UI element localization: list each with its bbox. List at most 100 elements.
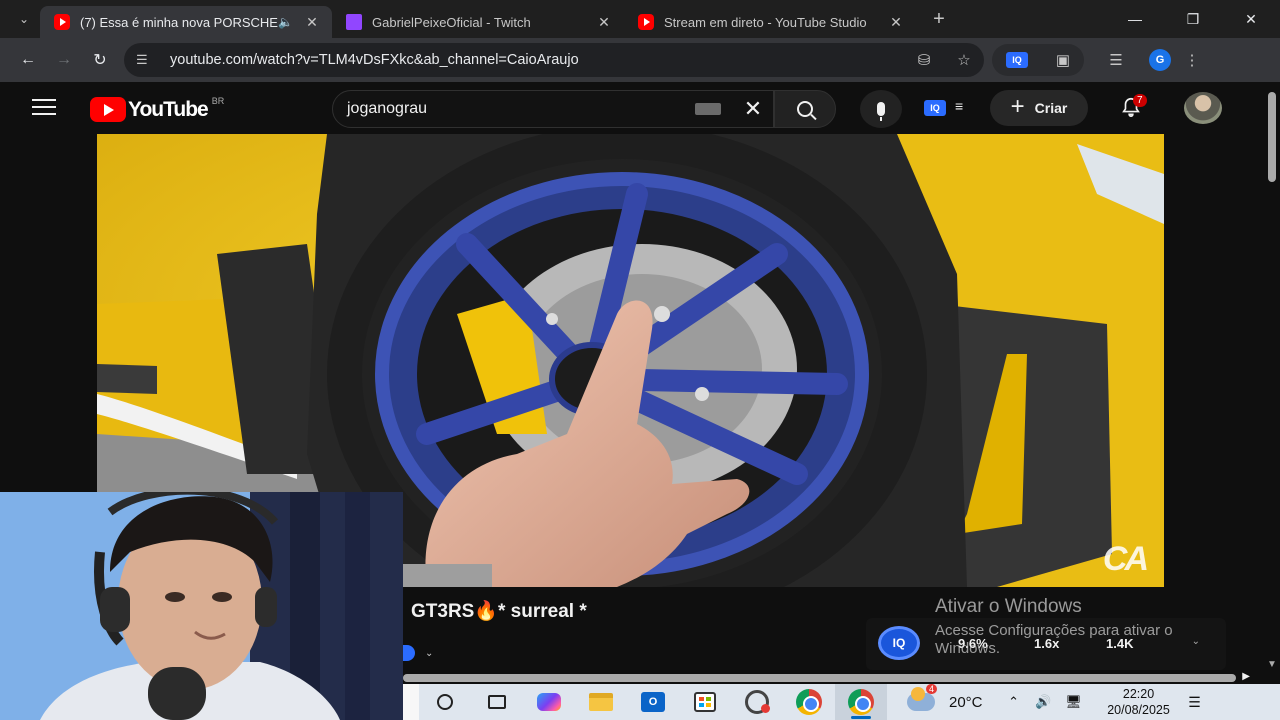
voice-search-button[interactable] — [860, 90, 902, 128]
scroll-right-arrow-icon[interactable]: ▶ — [1242, 671, 1250, 682]
channel-chip[interactable]: ⌄ — [403, 643, 447, 663]
clear-search-icon[interactable]: ✕ — [733, 96, 773, 122]
clock-date: 20/08/2025 — [1107, 703, 1170, 717]
video-title: GT3RS🔥* surreal * — [411, 601, 587, 622]
scrollbar-thumb[interactable] — [1268, 92, 1276, 182]
close-tab-icon[interactable]: ✕ — [886, 14, 906, 31]
extensions-puzzle-icon[interactable]: ▣ — [1056, 51, 1070, 69]
browser-tab-strip: ⌄ (7) Essa é minha nova PORSCHE 🔈 ✕ Gabr… — [0, 0, 1280, 38]
close-tab-icon[interactable]: ✕ — [302, 14, 322, 31]
tab-search-chevron-icon[interactable]: ⌄ — [8, 5, 40, 33]
channel-watermark[interactable]: CA — [1103, 540, 1149, 579]
obs-button[interactable] — [731, 684, 783, 720]
windows-activation-watermark: Ativar o Windows Acesse Configurações pa… — [935, 596, 1235, 658]
youtube-favicon-icon — [54, 14, 70, 30]
extensions-group: IQ ▣ — [992, 44, 1084, 76]
weather-widget[interactable]: 4 20°C — [907, 684, 983, 711]
create-label: Criar — [1034, 100, 1068, 116]
search-circle-icon — [437, 694, 453, 710]
create-button[interactable]: + Criar — [990, 90, 1088, 126]
notification-count-badge: 7 — [1133, 94, 1147, 107]
tab-twitch[interactable]: GabrielPeixeOficial - Twitch ✕ — [332, 6, 624, 38]
notifications-center-icon[interactable]: ☰ — [1181, 694, 1209, 711]
keyboard-icon[interactable] — [695, 103, 721, 115]
weather-badge: 4 — [926, 684, 938, 694]
twitch-favicon-icon — [346, 14, 362, 30]
search-button[interactable] — [774, 90, 836, 128]
horizontal-scrollbar[interactable]: ▶ — [403, 671, 1264, 684]
microphone-icon — [877, 102, 885, 121]
country-code: BR — [211, 95, 225, 106]
tab-youtube-studio[interactable]: Stream em direto - YouTube Studio ✕ — [624, 6, 916, 38]
chrome-profile-button[interactable] — [835, 684, 887, 720]
youtube-logo[interactable]: YouTube BR — [90, 95, 225, 122]
page-scrollbar[interactable]: ▼ — [1264, 82, 1280, 672]
copilot-icon — [537, 693, 561, 711]
reload-icon[interactable]: ↻ — [82, 42, 118, 78]
search-input[interactable]: joganograu ✕ — [332, 90, 774, 128]
obs-icon — [745, 690, 770, 714]
tray-chevron-up-icon[interactable]: ⌃ — [999, 694, 1029, 710]
screen: ⌄ (7) Essa é minha nova PORSCHE 🔈 ✕ Gabr… — [0, 0, 1280, 720]
guide-menu-icon[interactable] — [32, 99, 56, 117]
iq-header-icon[interactable]: IQ — [924, 100, 946, 116]
minimize-icon[interactable]: — — [1106, 0, 1164, 38]
address-bar[interactable]: ☰ youtube.com/watch?v=TLM4vDsFXkc&ab_cha… — [124, 43, 984, 77]
chrome-button[interactable] — [783, 684, 835, 720]
file-explorer-button[interactable] — [575, 684, 627, 720]
folder-icon — [589, 693, 613, 711]
chrome-icon — [796, 689, 822, 715]
account-avatar[interactable] — [1184, 92, 1222, 124]
search-taskbar-button[interactable] — [419, 684, 471, 720]
back-arrow-icon[interactable]: ← — [10, 42, 46, 78]
webcam-person-illustration — [0, 492, 403, 720]
chrome-profile-icon — [848, 689, 874, 715]
clock-time: 22:20 — [1122, 687, 1155, 701]
tab-youtube-video[interactable]: (7) Essa é minha nova PORSCHE 🔈 ✕ — [40, 6, 332, 38]
close-window-icon[interactable]: ✕ — [1222, 0, 1280, 38]
install-app-icon[interactable]: ⛁ — [904, 51, 944, 69]
logo-wordmark: YouTube — [128, 97, 209, 121]
horizontal-scrollbar-thumb[interactable] — [403, 674, 1236, 682]
copilot-button[interactable] — [523, 684, 575, 720]
iq-menu-icon[interactable]: ≡ — [955, 98, 963, 114]
speaker-icon[interactable]: 🔈 — [278, 15, 296, 29]
restore-icon[interactable]: ❐ — [1164, 0, 1222, 38]
new-tab-plus-icon[interactable]: + — [924, 8, 954, 31]
taskbar-edge — [403, 684, 419, 720]
iq-extension-icon[interactable]: IQ — [1005, 52, 1028, 68]
taskbar-clock[interactable]: 22:20 20/08/2025 — [1097, 686, 1181, 718]
search-icon — [797, 101, 813, 117]
windows-taskbar: O 4 20°C ⌃ 🔊 🖥 22:20 20/08/2025 ☰ — [403, 684, 1280, 720]
window-controls: — ❐ ✕ — [1106, 0, 1280, 38]
store-icon — [694, 692, 716, 712]
url-text[interactable]: youtube.com/watch?v=TLM4vDsFXkc&ab_chann… — [170, 52, 904, 68]
site-info-icon[interactable]: ☰ — [136, 52, 154, 68]
profile-avatar-icon[interactable]: G — [1149, 49, 1171, 71]
close-tab-icon[interactable]: ✕ — [594, 14, 614, 31]
tab-title: GabrielPeixeOficial - Twitch — [372, 14, 531, 30]
iq-logo[interactable]: IQ — [878, 626, 920, 660]
activation-title: Ativar o Windows — [935, 596, 1082, 617]
browser-toolbar: ← → ↻ ☰ youtube.com/watch?v=TLM4vDsFXkc&… — [0, 38, 1280, 82]
search-query[interactable]: joganograu — [347, 100, 695, 118]
task-view-button[interactable] — [471, 684, 523, 720]
outlook-button[interactable]: O — [627, 684, 679, 720]
chrome-menu-icon[interactable]: ⋮ — [1182, 51, 1202, 69]
media-control-icon[interactable]: ☰ — [1094, 51, 1138, 69]
scroll-down-arrow-icon[interactable]: ▼ — [1267, 659, 1277, 670]
forward-arrow-icon[interactable]: → — [46, 42, 82, 78]
bookmark-star-icon[interactable]: ☆ — [944, 51, 984, 69]
microsoft-store-button[interactable] — [679, 684, 731, 720]
task-view-icon — [488, 695, 506, 709]
outlook-icon: O — [641, 692, 665, 712]
activation-message: Acesse Configurações para ativar o Windo… — [935, 622, 1173, 657]
youtube-favicon-icon — [638, 14, 654, 30]
toolbar-right: ☰ G ⋮ — [1094, 49, 1202, 71]
network-icon[interactable]: 🖥 — [1059, 694, 1089, 710]
chevron-down-icon[interactable]: ⌄ — [425, 648, 433, 659]
youtube-play-logo-icon — [90, 97, 126, 122]
webcam-overlay — [0, 492, 403, 720]
temperature: 20°C — [949, 693, 983, 711]
volume-icon[interactable]: 🔊 — [1029, 694, 1059, 710]
